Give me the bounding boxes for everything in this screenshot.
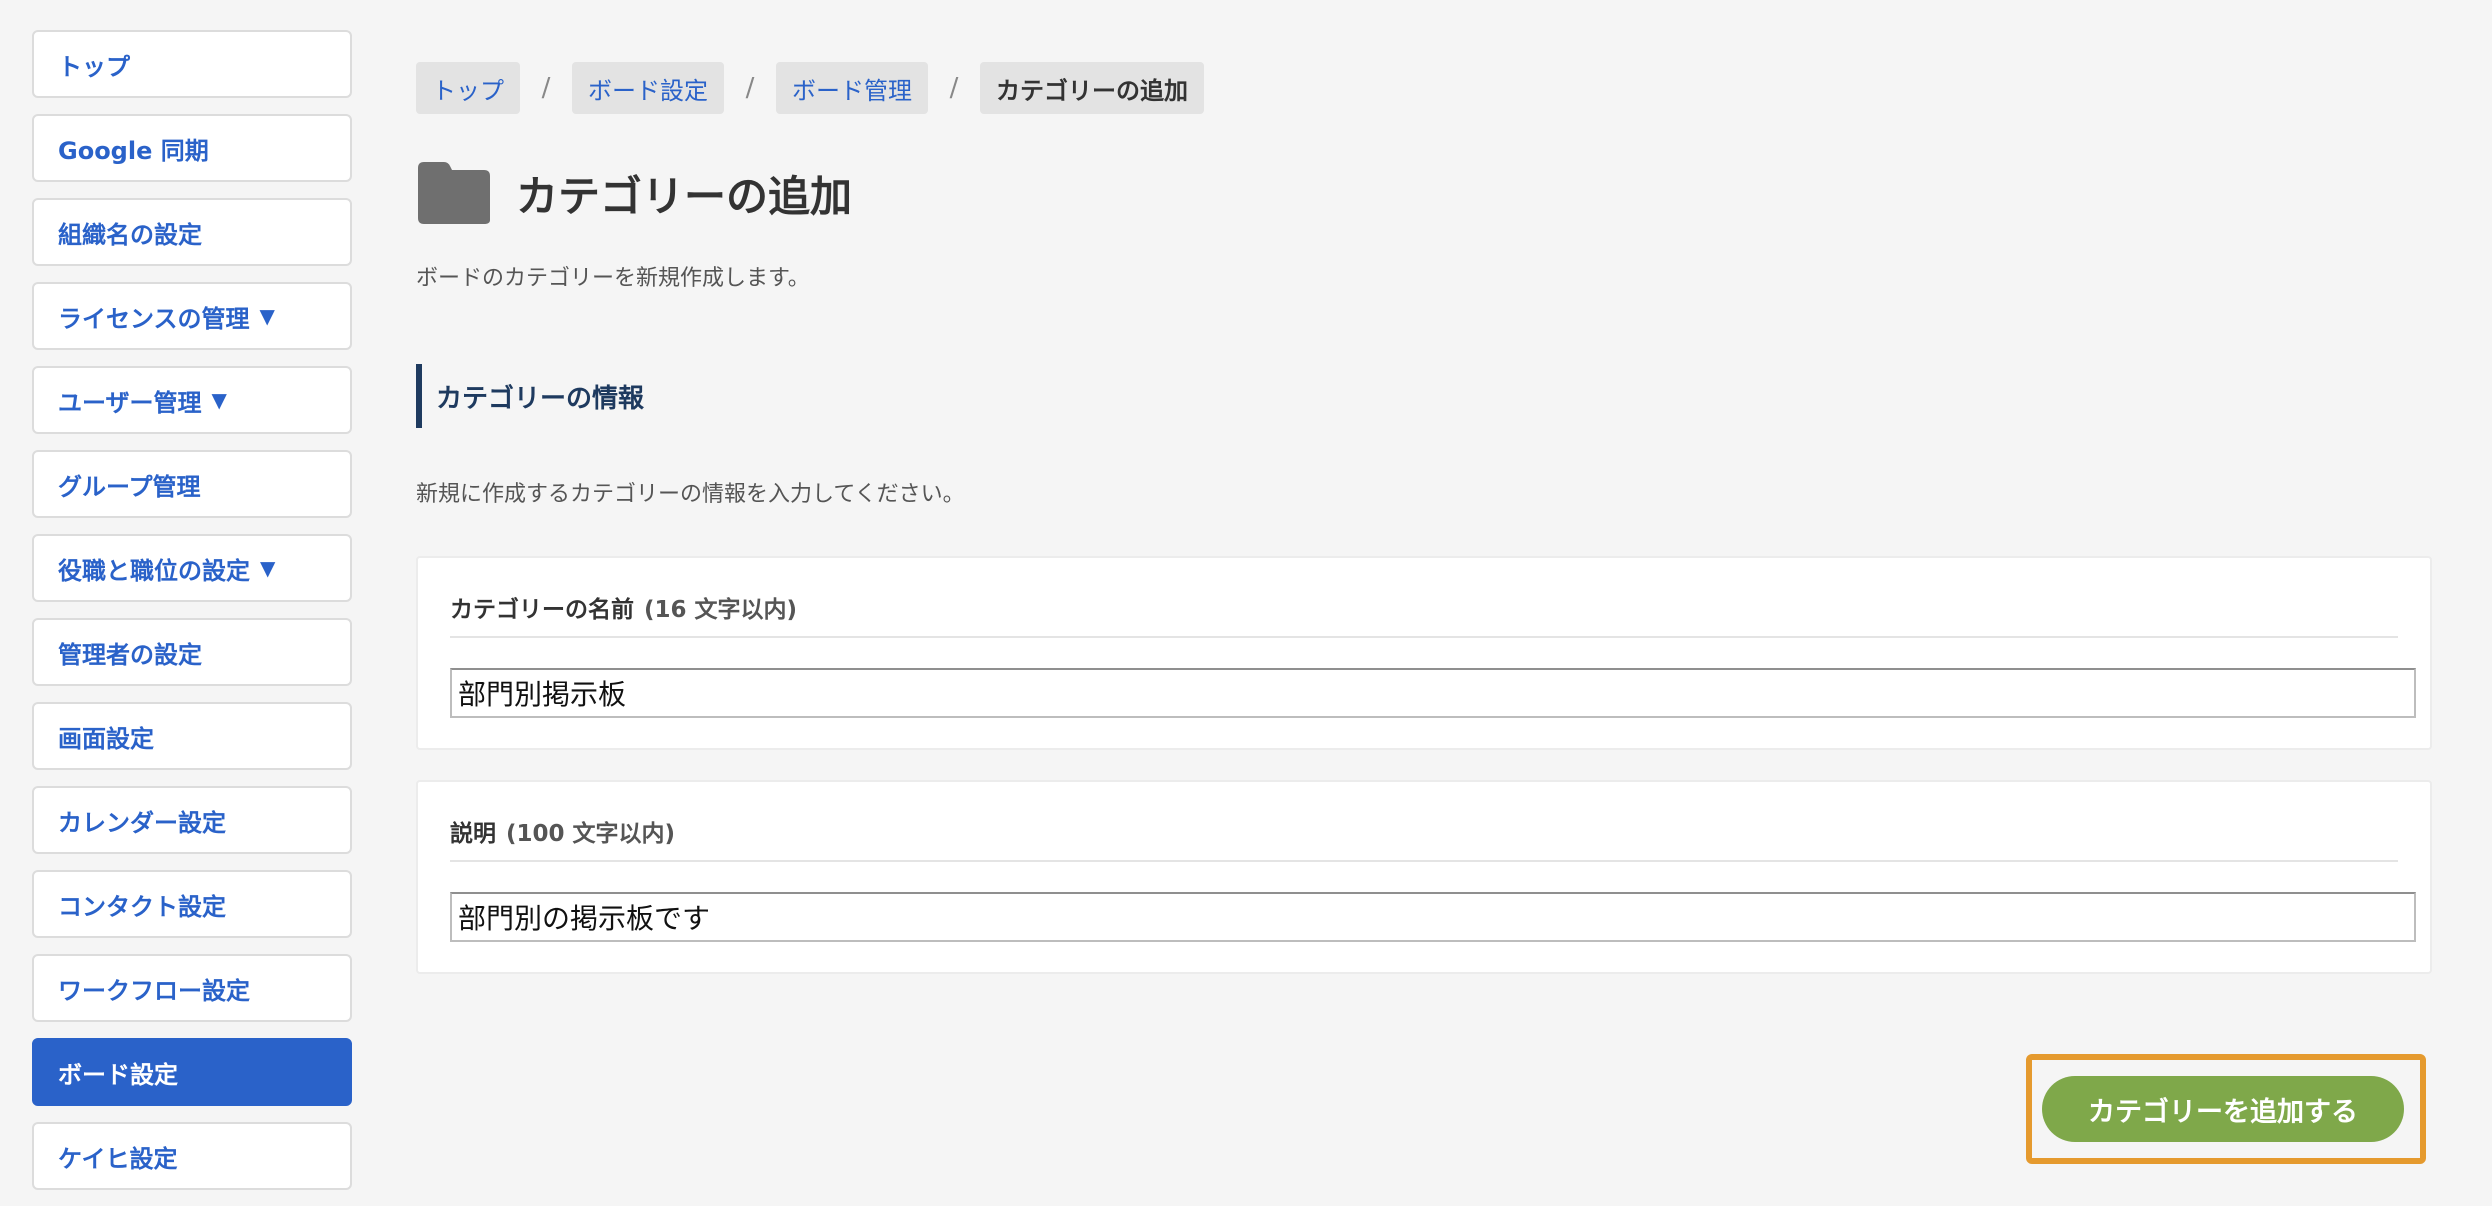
sidebar-item-label: コンタクト設定 [58,892,226,921]
caret-down-icon: ▼ [259,304,275,328]
sidebar-item-label: ライセンスの管理 [58,304,250,333]
breadcrumb-link-board-management[interactable]: ボード管理 [776,62,928,114]
section-description: 新規に作成するカテゴリーの情報を入力してください。 [416,482,965,507]
description-input[interactable] [450,892,2416,942]
description-card: 説明 (100 文字以内) [416,780,2432,974]
sidebar-item-license[interactable]: ライセンスの管理 ▼ [32,282,352,350]
sidebar-item-label: 画面設定 [58,724,154,753]
caret-down-icon: ▼ [260,556,276,580]
description-label-text: 説明 [450,821,496,847]
breadcrumb-link-top[interactable]: トップ [416,62,520,114]
sidebar-item-google-sync[interactable]: Google 同期 [32,114,352,182]
section-title: カテゴリーの情報 [416,364,644,428]
sidebar-item-label: トップ [58,52,130,81]
page-title: カテゴリーの追加 [516,171,853,221]
divider [450,636,2398,638]
sidebar-item-label: 組織名の設定 [58,220,202,249]
sidebar-item-calendar[interactable]: カレンダー設定 [32,786,352,854]
breadcrumb-link-board-settings[interactable]: ボード設定 [572,62,724,114]
sidebar-item-contact[interactable]: コンタクト設定 [32,870,352,938]
category-name-card: カテゴリーの名前 (16 文字以内) [416,556,2432,750]
breadcrumb-separator: / [949,73,959,103]
sidebar-item-expense[interactable]: ケイヒ設定 [32,1122,352,1190]
category-name-label-text: カテゴリーの名前 [450,597,634,623]
divider [450,860,2398,862]
sidebar-item-organization-name[interactable]: 組織名の設定 [32,198,352,266]
caret-down-icon: ▼ [211,388,227,412]
folder-icon [418,162,490,224]
sidebar-item-label: 役職と職位の設定 [58,556,250,585]
sidebar-item-top[interactable]: トップ [32,30,352,98]
sidebar-item-label: ケイヒ設定 [58,1144,178,1173]
category-name-input[interactable] [450,668,2416,718]
sidebar-item-screen[interactable]: 画面設定 [32,702,352,770]
sidebar-item-label: Google 同期 [58,136,209,165]
sidebar-item-label: カレンダー設定 [58,808,226,837]
page-header: カテゴリーの追加 [416,160,852,226]
add-category-button[interactable]: カテゴリーを追加する [2042,1076,2404,1142]
category-name-hint: (16 文字以内) [644,597,798,623]
sidebar-item-label: ボード設定 [58,1060,178,1089]
breadcrumb-separator: / [541,73,551,103]
page-description: ボードのカテゴリーを新規作成します。 [416,266,810,291]
sidebar-item-label: ワークフロー設定 [58,976,250,1005]
sidebar-item-label: 管理者の設定 [58,640,202,669]
sidebar-item-users[interactable]: ユーザー管理 ▼ [32,366,352,434]
description-hint: (100 文字以内) [506,821,676,847]
breadcrumb-current: カテゴリーの追加 [980,62,1204,114]
sidebar-item-workflow[interactable]: ワークフロー設定 [32,954,352,1022]
breadcrumb: トップ / ボード設定 / ボード管理 / カテゴリーの追加 [416,62,1204,114]
breadcrumb-separator: / [745,73,755,103]
sidebar-item-admins[interactable]: 管理者の設定 [32,618,352,686]
category-name-label: カテゴリーの名前 (16 文字以内) [450,590,797,624]
sidebar: トップ Google 同期 組織名の設定 ライセンスの管理 ▼ ユーザー管理 ▼… [32,30,352,1206]
sidebar-item-label: ユーザー管理 [58,388,202,417]
sidebar-item-groups[interactable]: グループ管理 [32,450,352,518]
description-label: 説明 (100 文字以内) [450,814,675,848]
sidebar-item-board[interactable]: ボード設定 [32,1038,352,1106]
sidebar-item-positions[interactable]: 役職と職位の設定 ▼ [32,534,352,602]
sidebar-item-label: グループ管理 [58,472,201,501]
